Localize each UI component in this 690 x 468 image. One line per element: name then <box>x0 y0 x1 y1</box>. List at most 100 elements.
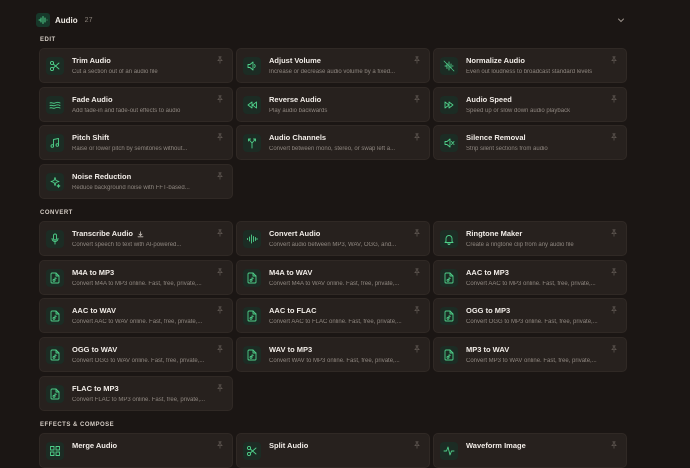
tool-card[interactable]: Ringtone Maker Create a ringtone clip fro… <box>433 221 627 256</box>
file-audio-icon <box>243 307 261 325</box>
pin-icon[interactable] <box>216 345 224 353</box>
split-channels-icon <box>243 134 261 152</box>
volume-icon <box>243 57 261 75</box>
tool-card[interactable]: Adjust Volume Increase or decrease audio … <box>236 48 430 83</box>
tool-card[interactable]: OGG to MP3 Convert OGG to MP3 online. Fas… <box>433 298 627 333</box>
activity-icon <box>440 442 458 460</box>
chevron-down-icon[interactable] <box>616 15 626 25</box>
tool-card[interactable]: M4A to MP3 Convert M4A to MP3 online. Fas… <box>39 260 233 295</box>
tool-description: Convert AAC to WAV online. Fast, free, p… <box>72 319 203 325</box>
tool-card[interactable]: Transcribe Audio Convert speech to text w… <box>39 221 233 256</box>
tool-card[interactable]: Waveform Image <box>433 433 627 468</box>
download-icon <box>137 230 144 238</box>
tool-title: AAC to WAV <box>72 306 117 315</box>
mute-icon <box>440 134 458 152</box>
pin-icon[interactable] <box>216 441 224 449</box>
tool-description: Cut a section out of an audio file <box>72 69 158 75</box>
tool-card[interactable]: Merge Audio <box>39 433 233 468</box>
tool-card[interactable]: Fade Audio Add fade-in and fade-out effec… <box>39 87 233 122</box>
pin-icon[interactable] <box>216 56 224 64</box>
tool-card[interactable]: Audio Channels Convert between mono, ster… <box>236 125 430 160</box>
pin-icon[interactable] <box>413 95 421 103</box>
pin-icon[interactable] <box>216 133 224 141</box>
pin-icon[interactable] <box>413 441 421 449</box>
tool-title: Merge Audio <box>72 441 118 450</box>
pin-icon[interactable] <box>413 345 421 353</box>
normalize-icon <box>440 57 458 75</box>
tool-card[interactable]: OGG to WAV Convert OGG to WAV online. Fas… <box>39 337 233 372</box>
file-audio-icon <box>46 346 64 364</box>
tool-card[interactable]: WAV to MP3 Convert WAV to MP3 online. Fas… <box>236 337 430 372</box>
file-audio-icon <box>46 385 64 403</box>
tool-description: Raise or lower pitch by semitones withou… <box>72 146 188 152</box>
tool-card[interactable]: Trim Audio Cut a section out of an audio … <box>39 48 233 83</box>
file-audio-icon <box>46 307 64 325</box>
pin-icon[interactable] <box>610 268 618 276</box>
pin-icon[interactable] <box>413 56 421 64</box>
tool-card[interactable]: AAC to FLAC Convert AAC to FLAC online. F… <box>236 298 430 333</box>
tool-card[interactable]: Reverse Audio Play audio backwards <box>236 87 430 122</box>
tool-title: Silence Removal <box>466 133 526 142</box>
tool-card[interactable]: Noise Reduction Reduce background noise w… <box>39 164 233 199</box>
pin-icon[interactable] <box>216 306 224 314</box>
tool-card[interactable]: Split Audio <box>236 433 430 468</box>
tool-title: Split Audio <box>269 441 309 450</box>
file-audio-icon <box>440 307 458 325</box>
tool-title: OGG to MP3 <box>466 306 511 315</box>
tool-title: M4A to MP3 <box>72 268 115 277</box>
pin-icon[interactable] <box>610 133 618 141</box>
pin-icon[interactable] <box>413 306 421 314</box>
pin-icon[interactable] <box>610 306 618 314</box>
tool-title: Transcribe Audio <box>72 229 144 238</box>
tool-description: Reduce background noise with FFT-based..… <box>72 185 190 191</box>
pin-icon[interactable] <box>610 95 618 103</box>
fast-forward-icon <box>440 96 458 114</box>
tool-title: Audio Speed <box>466 95 512 104</box>
pin-icon[interactable] <box>610 441 618 449</box>
tool-title: Audio Channels <box>269 133 327 142</box>
tool-description: Convert WAV to MP3 online. Fast, free, p… <box>269 358 400 364</box>
tool-description: Convert M4A to MP3 online. Fast, free, p… <box>72 281 202 287</box>
tool-title: Convert Audio <box>269 229 321 238</box>
tool-card[interactable]: Audio Speed Speed up or slow down audio p… <box>433 87 627 122</box>
audio-lines-icon <box>243 230 261 248</box>
music-note-icon <box>46 134 64 152</box>
tool-description: Create a ringtone clip from any audio fi… <box>466 242 574 248</box>
tool-description: Speed up or slow down audio playback <box>466 108 571 114</box>
category-header[interactable]: Audio 27 <box>36 12 630 28</box>
pin-icon[interactable] <box>216 95 224 103</box>
tool-card[interactable]: Silence Removal Strip silent sections fro… <box>433 125 627 160</box>
waves-icon <box>46 96 64 114</box>
tool-title: Ringtone Maker <box>466 229 523 238</box>
tool-card[interactable]: Convert Audio Convert audio between MP3, … <box>236 221 430 256</box>
pin-icon[interactable] <box>413 268 421 276</box>
tool-description: Convert M4A to WAV online. Fast, free, p… <box>269 281 400 287</box>
file-audio-icon <box>243 269 261 287</box>
tool-title: Waveform Image <box>466 441 526 450</box>
pin-icon[interactable] <box>216 172 224 180</box>
section-title-edit: EDIT <box>40 37 56 43</box>
tool-card[interactable]: AAC to MP3 Convert AAC to MP3 online. Fas… <box>433 260 627 295</box>
tool-title: Fade Audio <box>72 95 113 104</box>
tool-card[interactable]: MP3 to WAV Convert MP3 to WAV online. Fas… <box>433 337 627 372</box>
file-audio-icon <box>440 346 458 364</box>
tool-card[interactable]: M4A to WAV Convert M4A to WAV online. Fas… <box>236 260 430 295</box>
pin-icon[interactable] <box>610 229 618 237</box>
pin-icon[interactable] <box>610 345 618 353</box>
pin-icon[interactable] <box>216 384 224 392</box>
tool-card[interactable]: Normalize Audio Even out loudness to broa… <box>433 48 627 83</box>
tool-card[interactable]: AAC to WAV Convert AAC to WAV online. Fas… <box>39 298 233 333</box>
tool-title: Noise Reduction <box>72 172 132 181</box>
pin-icon[interactable] <box>610 56 618 64</box>
pin-icon[interactable] <box>413 229 421 237</box>
tool-title: Adjust Volume <box>269 56 321 65</box>
tool-card[interactable]: Pitch Shift Raise or lower pitch by semit… <box>39 125 233 160</box>
tool-card[interactable]: FLAC to MP3 Convert FLAC to MP3 online. F… <box>39 376 233 411</box>
scissors-icon <box>46 57 64 75</box>
pin-icon[interactable] <box>216 268 224 276</box>
file-audio-icon <box>243 346 261 364</box>
pin-icon[interactable] <box>216 229 224 237</box>
tool-description: Convert FLAC to MP3 online. Fast, free, … <box>72 397 206 403</box>
pin-icon[interactable] <box>413 133 421 141</box>
tool-description: Convert AAC to FLAC online. Fast, free, … <box>269 319 402 325</box>
